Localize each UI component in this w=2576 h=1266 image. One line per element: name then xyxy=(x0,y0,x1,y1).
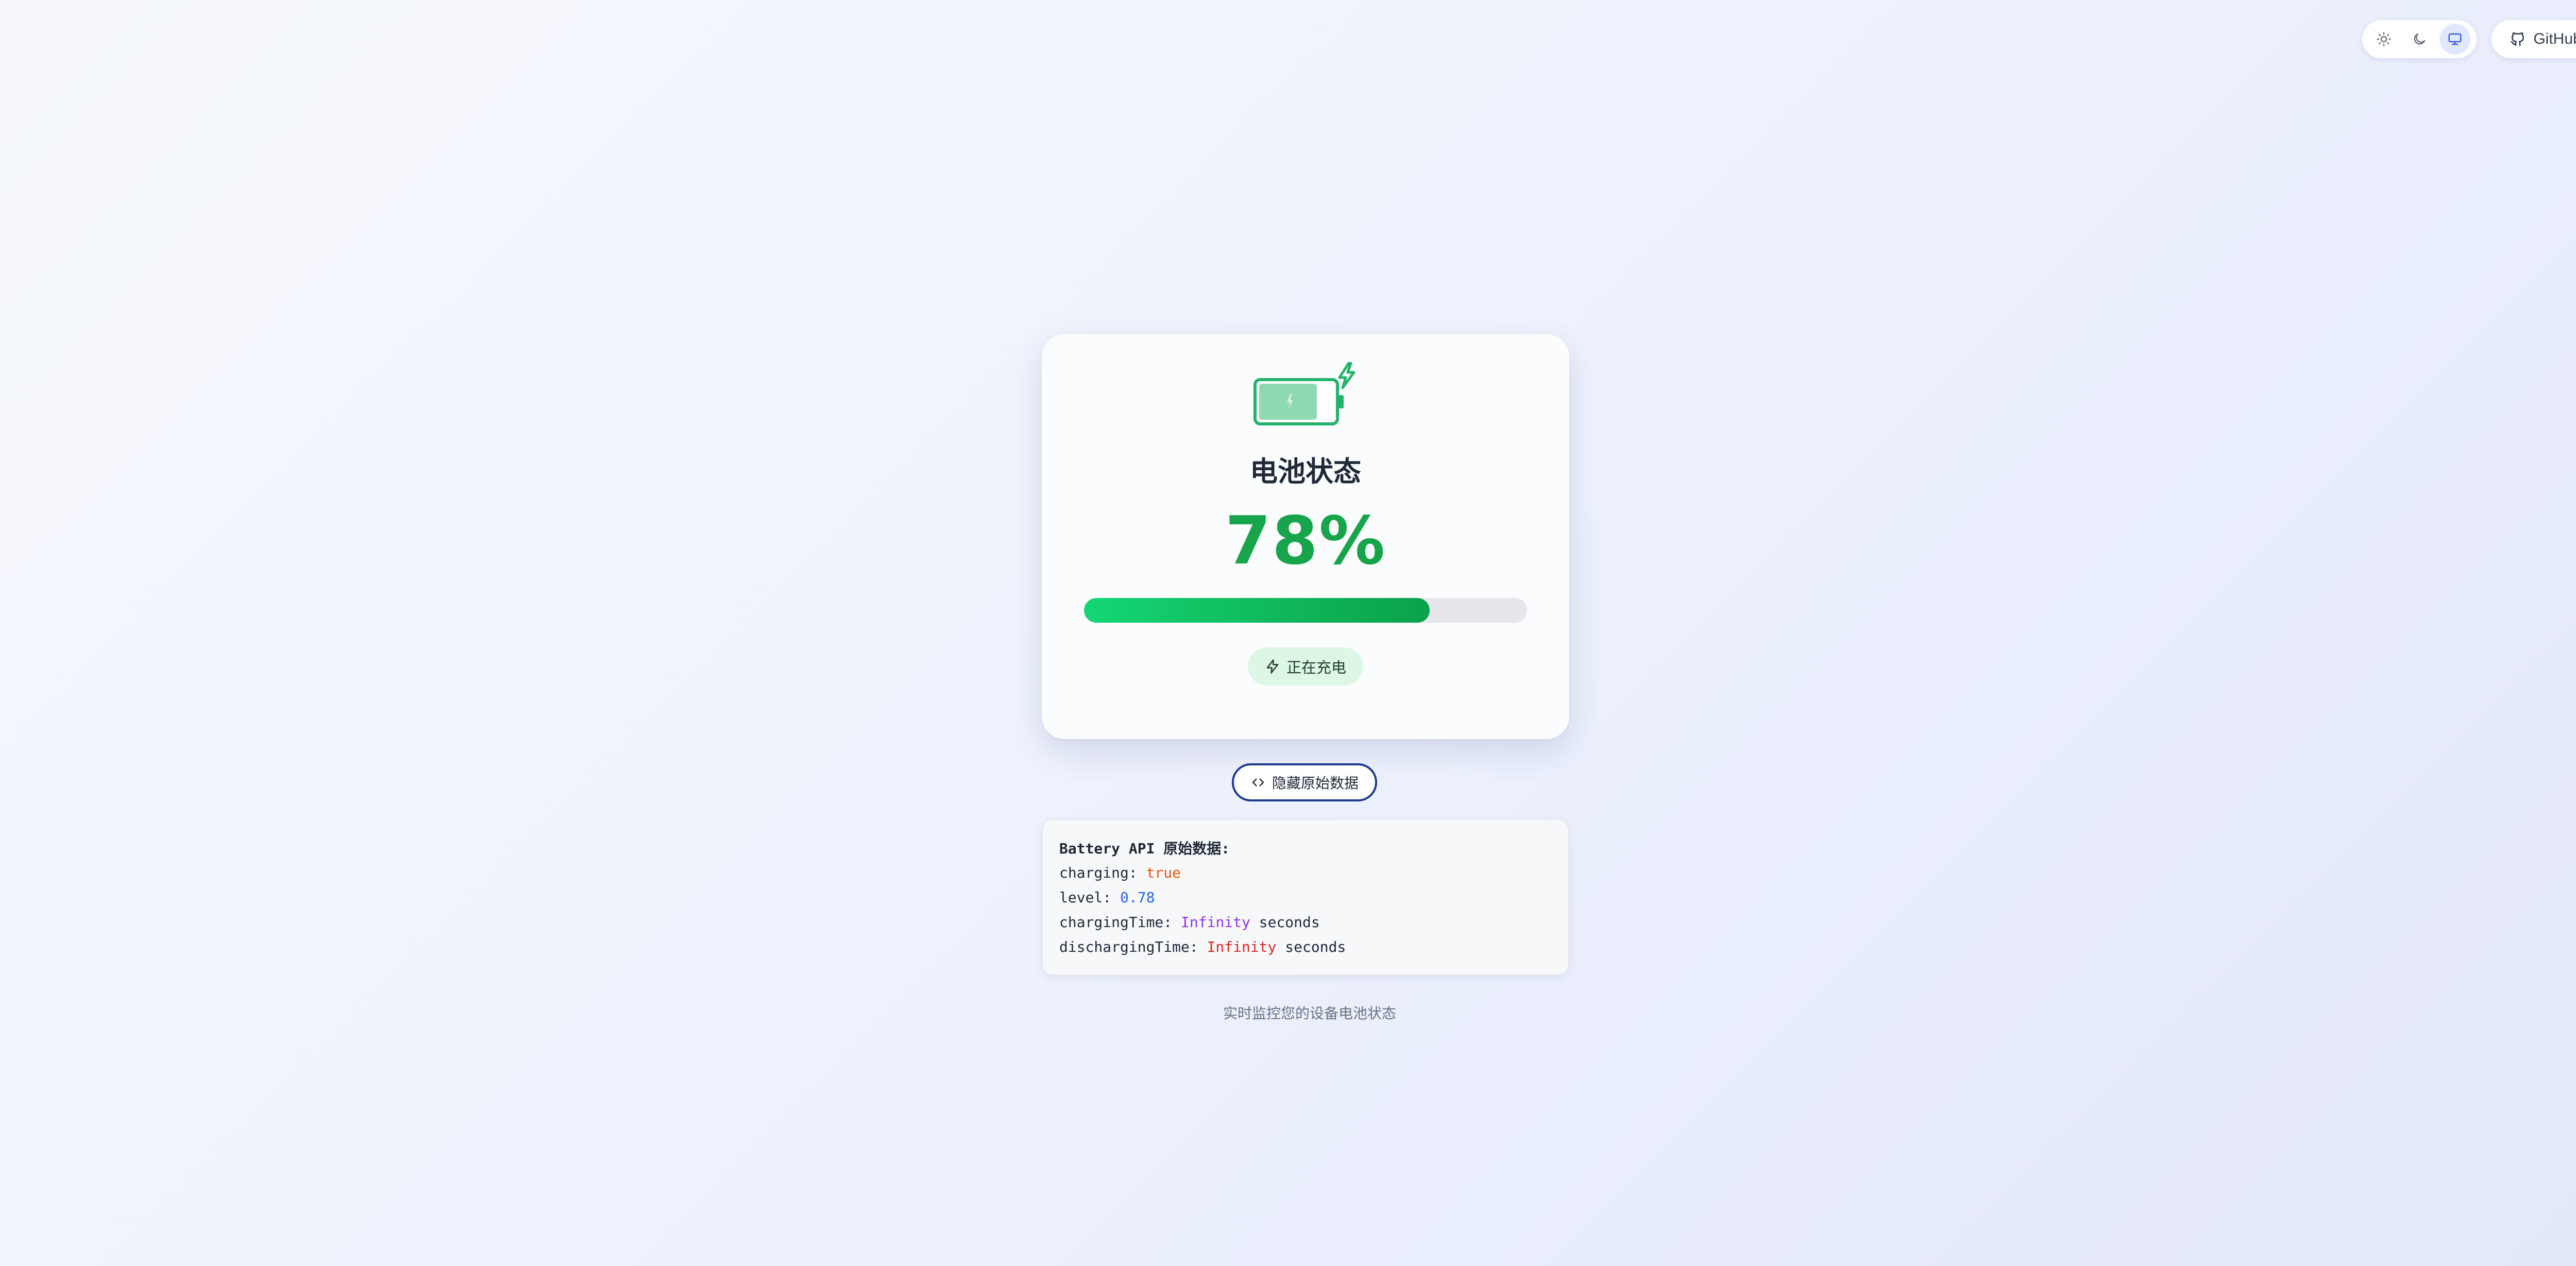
sun-icon xyxy=(2377,32,2392,46)
battery-title: 电池状态 xyxy=(1250,455,1361,488)
dark-theme-button[interactable] xyxy=(2404,24,2435,55)
raw-charging-time-line: chargingTime: Infinity seconds xyxy=(1059,914,1320,931)
code-icon xyxy=(1252,778,1264,786)
github-label: GitHub xyxy=(2533,30,2576,47)
raw-charging-value: true xyxy=(1146,864,1181,881)
raw-data-heading: Battery API 原始数据: xyxy=(1059,840,1230,857)
charging-status-label: 正在充电 xyxy=(1286,659,1346,676)
raw-charging-time-key: chargingTime: xyxy=(1059,914,1181,931)
raw-data-panel: Battery API 原始数据: charging: true level: … xyxy=(1042,819,1569,976)
battery-progress-bar xyxy=(1084,598,1527,623)
system-theme-button[interactable] xyxy=(2439,24,2470,55)
battery-status-card: 电池状态 78% 正在充电 xyxy=(1042,334,1569,739)
raw-level-line: level: 0.78 xyxy=(1059,889,1155,906)
raw-charging-time-value: Infinity xyxy=(1181,914,1250,931)
hide-raw-data-label: 隐藏原始数据 xyxy=(1272,775,1359,792)
raw-discharging-time-key: dischargingTime: xyxy=(1059,938,1207,955)
light-theme-button[interactable] xyxy=(2368,24,2399,55)
footer-caption: 实时监控您的设备电池状态 xyxy=(1223,1005,1396,1022)
raw-charging-time-unit: seconds xyxy=(1250,914,1320,931)
monitor-icon xyxy=(2448,33,2462,45)
moon-icon xyxy=(2414,33,2426,45)
raw-discharging-time-value: Infinity xyxy=(1207,938,1277,955)
raw-level-value: 0.78 xyxy=(1120,889,1155,906)
raw-discharging-time-line: dischargingTime: Infinity seconds xyxy=(1059,938,1346,955)
github-link-button[interactable]: GitHub xyxy=(2492,20,2576,58)
charging-status-badge: 正在充电 xyxy=(1248,647,1363,686)
raw-level-key: level: xyxy=(1059,889,1121,906)
raw-discharging-time-unit: seconds xyxy=(1276,938,1346,955)
github-icon xyxy=(2511,32,2524,46)
raw-charging-key: charging: xyxy=(1059,864,1146,881)
theme-switcher xyxy=(2362,20,2477,58)
battery-charging-icon xyxy=(1253,362,1355,425)
hide-raw-data-button[interactable]: 隐藏原始数据 xyxy=(1232,763,1377,801)
lightning-icon xyxy=(1266,659,1279,674)
battery-percentage: 78% xyxy=(1225,503,1386,579)
battery-progress-fill xyxy=(1084,598,1430,623)
raw-charging-line: charging: true xyxy=(1059,864,1181,881)
